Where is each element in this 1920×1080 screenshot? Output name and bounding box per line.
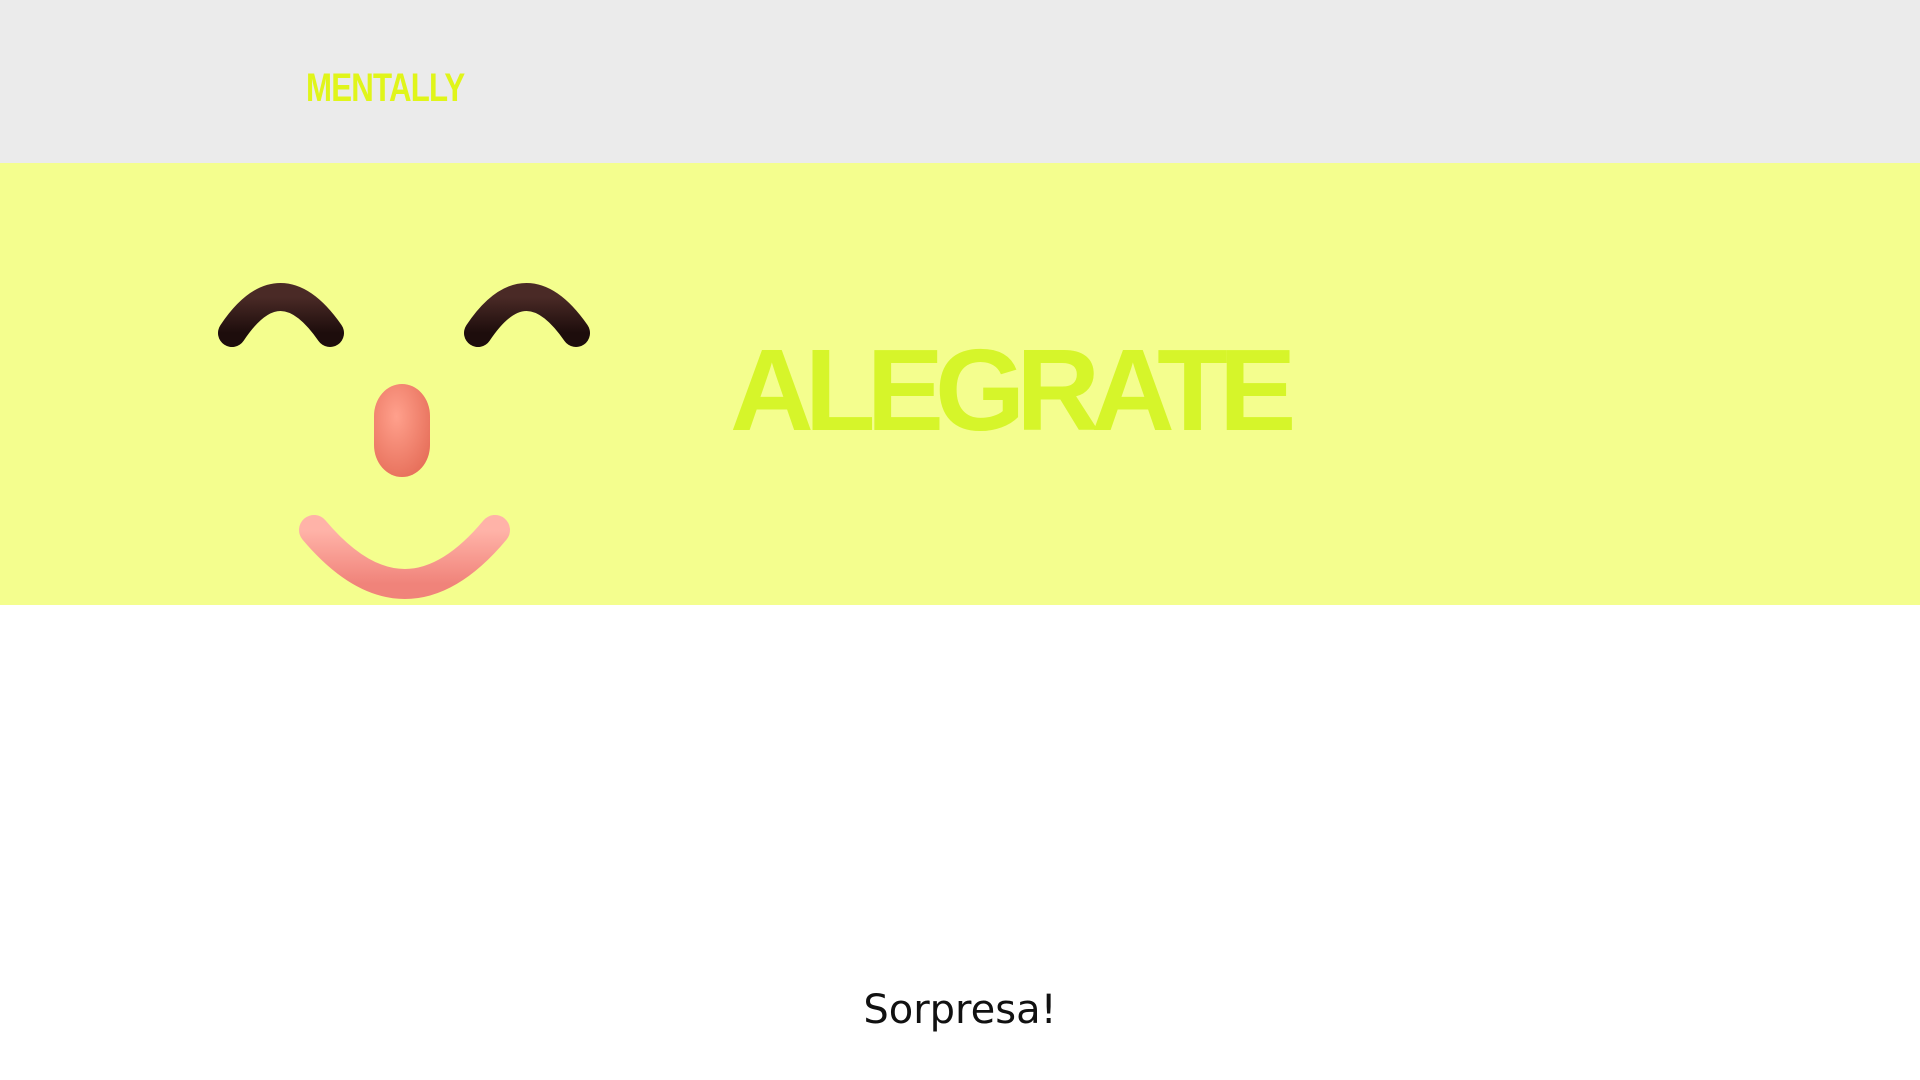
brand-logo[interactable]: MENTALLY xyxy=(306,60,465,116)
nose xyxy=(374,384,430,477)
hero-title: ALEGRATE xyxy=(730,325,1296,455)
caption-text: Sorpresa! xyxy=(863,987,1057,1033)
right-eye xyxy=(464,283,590,347)
hero-banner: ALEGRATE xyxy=(0,163,1920,605)
left-eye xyxy=(218,283,344,347)
header-bar: MENTALLY xyxy=(0,0,1920,163)
smiley-face-icon xyxy=(218,283,590,599)
mouth xyxy=(299,515,510,599)
